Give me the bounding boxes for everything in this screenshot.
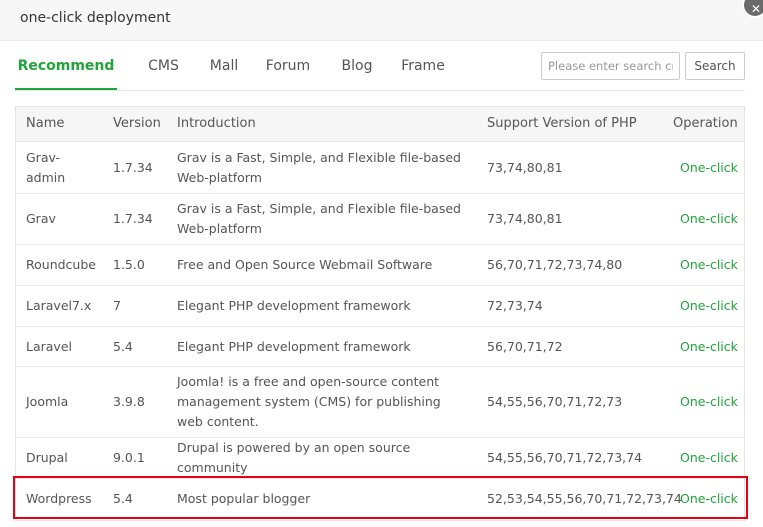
tab-mall[interactable]: Mall <box>205 44 243 88</box>
deployment-dialog: one-click deployment ✕ Recommend CMS Mal… <box>0 0 763 527</box>
row-intro: Drupal is powered by an open source comm… <box>177 440 411 475</box>
table-row: Joomla 3.9.8 Joomla! is a free and open-… <box>16 367 744 438</box>
row-version: 3.9.8 <box>113 394 145 409</box>
row-name: Wordpress <box>26 491 92 506</box>
close-icon: ✕ <box>751 2 762 16</box>
row-intro: Most popular blogger <box>177 491 311 506</box>
one-click-button[interactable]: One-click <box>680 479 740 519</box>
one-click-button[interactable]: One-click <box>680 245 740 285</box>
search-button[interactable]: Search <box>685 52 745 80</box>
table-row: Grav 1.7.34 Grav is a Fast, Simple, and … <box>16 194 744 245</box>
search-input[interactable] <box>541 52 680 80</box>
row-php: 54,55,56,70,71,72,73,74 <box>487 450 643 465</box>
row-php: 73,74,80,81 <box>487 211 563 226</box>
column-header-version: Version <box>113 116 161 131</box>
row-version: 5.4 <box>113 491 133 506</box>
table-header: Name Version Introduction Support Versio… <box>16 107 744 142</box>
row-version: 5.4 <box>113 338 133 354</box>
tabs-divider <box>15 90 745 91</box>
row-name: Roundcube <box>26 257 96 272</box>
table-row: Drupal 9.0.1 Drupal is powered by an ope… <box>16 438 744 479</box>
one-click-button[interactable]: One-click <box>680 194 740 244</box>
tab-frame[interactable]: Frame <box>398 44 448 88</box>
one-click-button[interactable]: One-click <box>680 142 740 193</box>
table-row: Laravel7.x 7 Elegant PHP development fra… <box>16 286 744 327</box>
row-intro: Grav is a Fast, Simple, and Flexible fil… <box>177 149 461 185</box>
tab-forum[interactable]: Forum <box>263 44 313 88</box>
column-header-introduction: Introduction <box>177 116 256 131</box>
row-intro: Elegant PHP development framework <box>177 338 411 354</box>
row-php: 72,73,74 <box>487 298 543 313</box>
row-name: Joomla <box>26 394 69 409</box>
row-php: 73,74,80,81 <box>487 159 563 175</box>
table-row: Wordpress 5.4 Most popular blogger 52,53… <box>16 479 744 519</box>
row-name: Drupal <box>26 450 68 465</box>
row-version: 1.7.34 <box>113 159 153 175</box>
dialog-header: one-click deployment <box>0 0 763 41</box>
tab-recommend[interactable]: Recommend <box>15 44 117 90</box>
row-name: Laravel <box>26 338 72 354</box>
table-row: Roundcube 1.5.0 Free and Open Source Web… <box>16 245 744 286</box>
row-intro: Joomla! is a free and open-source conten… <box>177 374 441 429</box>
row-intro: Grav is a Fast, Simple, and Flexible fil… <box>177 201 461 236</box>
one-click-button[interactable]: One-click <box>680 327 740 366</box>
column-header-php: Support Version of PHP <box>487 116 637 131</box>
row-version: 9.0.1 <box>113 450 145 465</box>
row-php: 54,55,56,70,71,72,73 <box>487 394 623 409</box>
row-version: 1.7.34 <box>113 211 153 226</box>
dialog-title: one-click deployment <box>20 10 171 26</box>
row-intro: Free and Open Source Webmail Software <box>177 257 433 272</box>
one-click-button[interactable]: One-click <box>680 286 740 326</box>
tab-cms[interactable]: CMS <box>141 44 186 88</box>
row-name: Laravel7.x <box>26 298 92 313</box>
row-php: 56,70,71,72,73,74,80 <box>487 257 623 272</box>
row-version: 1.5.0 <box>113 257 145 272</box>
one-click-button[interactable]: One-click <box>680 438 740 478</box>
row-intro: Elegant PHP development framework <box>177 298 411 313</box>
apps-table: Name Version Introduction Support Versio… <box>15 106 745 521</box>
row-php: 52,53,54,55,56,70,71,72,73,74 <box>487 491 682 506</box>
one-click-button[interactable]: One-click <box>680 367 740 437</box>
table-row: Laravel 5.4 Elegant PHP development fram… <box>16 327 744 367</box>
table-row: Grav-admin 1.7.34 Grav is a Fast, Simple… <box>16 142 744 194</box>
row-name: Grav <box>26 211 56 226</box>
row-php: 56,70,71,72 <box>487 338 563 354</box>
tab-blog[interactable]: Blog <box>337 44 377 88</box>
column-header-operation: Operation <box>673 116 738 131</box>
column-header-name: Name <box>26 116 65 131</box>
row-name: Grav-admin <box>26 149 66 185</box>
row-version: 7 <box>113 298 121 313</box>
